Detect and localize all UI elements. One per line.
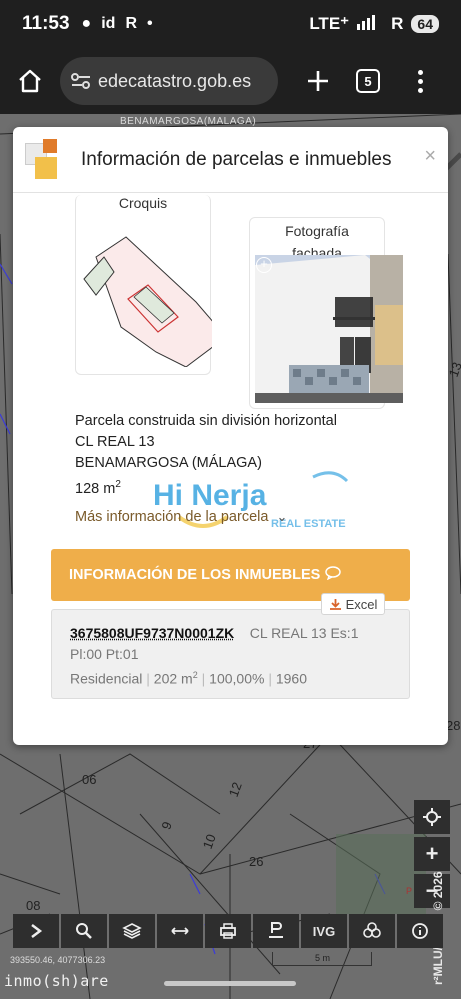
toolbar-layers-button[interactable] [109,914,155,948]
toolbar-expand-button[interactable] [13,914,59,948]
home-button[interactable] [12,63,48,99]
search-icon [76,923,92,939]
status-icon-r: R [125,15,137,32]
toolbar-measure-button[interactable] [157,914,203,948]
inmueble-address: CL REAL 13 Es:1 [249,625,359,641]
comment-icon [325,566,342,584]
pin-icon [269,922,283,938]
map-toolbar: IVG [13,914,453,950]
parcel-address: CL REAL 13 [75,434,155,450]
inmueble-line-1: 3675808UF9737N0001ZK CL REAL 13 Es:1 [70,623,391,644]
layers-icon [122,923,142,939]
inmueble-summary: Residencial | 202 m2 | 100,00% | 1960 [70,670,308,687]
catastro-logo-icon [25,138,67,181]
browser-toolbar: edecatastro.gob.es 5 [0,48,461,114]
status-bar: 11:53 ● id R • LTE⁺ R 64 [0,0,461,48]
toolbar-ivg-button[interactable]: IVG [301,914,347,948]
zoom-photo-icon[interactable]: + [256,257,272,273]
signal-icon [357,14,383,35]
plus-icon [308,71,328,91]
more-info-link[interactable]: Más información de la parcela ⌄ [75,509,287,525]
site-settings-icon[interactable] [70,71,92,91]
print-icon [220,923,236,939]
modal-title: Información de parcelas e inmuebles [81,148,392,170]
status-icon-id: id [101,15,116,32]
inmueble-card[interactable]: 3675808UF9737N0001ZK CL REAL 13 Es:1 Pl:… [51,609,410,699]
brand-logo: inmo(sh)are [4,972,109,990]
croquis-card[interactable]: Croquis [75,195,212,375]
dot-icon: • [147,15,153,32]
status-icons: ● id R • [82,15,153,33]
toolbar-group-button[interactable] [349,914,395,948]
parcel-info-modal: Información de parcelas e inmuebles × Cr… [13,127,448,745]
url-text: edecatastro.gob.es [98,70,252,91]
status-time: 11:53 [22,13,70,34]
cubes-icon [363,922,381,938]
inmueble-floor: Pl:00 Pt:01 [70,646,139,662]
parcel-type: Parcela construida sin división horizont… [75,413,337,429]
parcel-number: 26 [249,854,264,869]
toolbar-print-button[interactable] [205,914,251,948]
chat-icon: ● [81,15,92,32]
map-coordinates: 393550.46, 4077306.23 [10,955,106,965]
toolbar-info-button[interactable] [397,914,443,948]
measure-icon [171,927,189,935]
croquis-label: Croquis [118,195,168,211]
hi-nerja-watermark: Hi Nerja REAL ESTATE [153,467,393,544]
home-icon [19,69,41,93]
status-right: LTE⁺ R 64 [309,14,439,35]
parcel-number: 06 [82,772,97,787]
watermark-hi-nerja: Hi Nerja [153,479,267,512]
download-icon [329,598,341,610]
toolbar-search-button[interactable] [61,914,107,948]
browser-menu-button[interactable] [410,63,430,99]
network-label: LTE⁺ [309,14,350,33]
chevron-right-icon [31,924,43,938]
url-bar[interactable]: edecatastro.gob.es [60,57,278,105]
toolbar-parking-button[interactable] [253,914,299,948]
new-tab-button[interactable] [300,63,336,99]
map-copyright: r²MLU/99 zib © 2026 [410,820,460,990]
battery-icon: 64 [411,15,439,33]
facade-photo[interactable] [255,255,403,403]
signal-label: R [391,14,404,33]
map-municipality-label: BENAMARGOSA(MALAGA) [120,116,257,127]
tab-switcher-button[interactable]: 5 [356,69,380,93]
info-icon [412,923,428,939]
parcel-number: 28 [446,718,461,733]
chevron-down-icon: ⌄ [276,509,288,524]
scale-label: 5 m [315,953,331,963]
croquis-sketch [83,236,212,367]
modal-header: Información de parcelas e inmuebles × [13,127,448,193]
close-button[interactable]: × [424,145,436,168]
refcat-link[interactable]: 3675808UF9737N0001ZK [70,625,234,641]
gesture-bar [164,981,296,986]
excel-export-button[interactable]: Excel [321,593,385,615]
parcel-number: 08 [26,898,41,913]
